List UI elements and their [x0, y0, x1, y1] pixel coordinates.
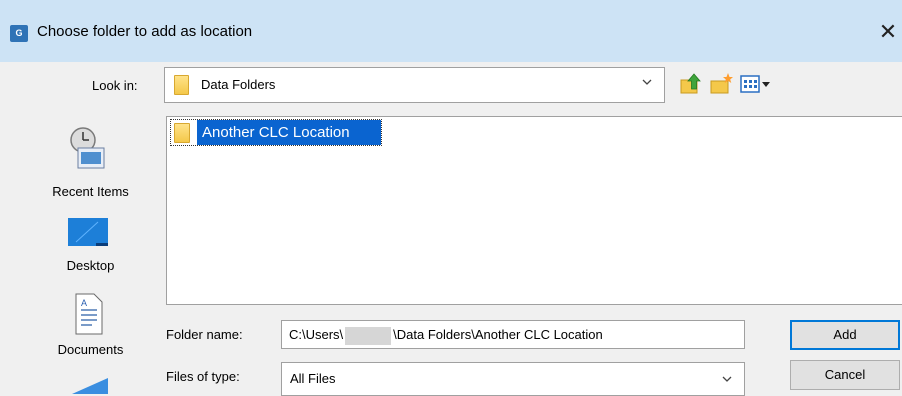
add-button[interactable]: Add	[790, 320, 900, 350]
app-icon: G	[10, 25, 28, 42]
file-list[interactable]: Another CLC Location	[166, 116, 902, 305]
up-one-level-icon[interactable]	[678, 71, 704, 97]
documents-icon: A	[75, 293, 103, 335]
cancel-button[interactable]: Cancel	[790, 360, 900, 390]
recent-items-icon	[70, 127, 105, 169]
chevron-down-icon	[722, 376, 732, 382]
redacted-username	[345, 326, 392, 345]
close-button[interactable]: ✕	[868, 16, 902, 48]
place-label: Documents	[57, 342, 124, 357]
view-menu-icon[interactable]	[739, 71, 779, 97]
folder-name-suffix: \Data Folders\Another CLC Location	[393, 327, 603, 342]
window-title: Choose folder to add as location	[37, 23, 253, 40]
places-bar: Recent Items Desktop A Documents	[28, 116, 153, 394]
folder-name-prefix: C:\Users\	[289, 327, 344, 342]
folder-name-label: Folder name:	[166, 327, 243, 342]
place-label: Desktop	[66, 258, 115, 273]
look-in-dropdown[interactable]: Data Folders	[164, 67, 665, 103]
look-in-value: Data Folders	[201, 77, 276, 92]
files-of-type-value: All Files	[290, 371, 336, 386]
folder-name-input[interactable]: C:\Users\ \Data Folders\Another CLC Locat…	[281, 320, 745, 349]
title-bar: G Choose folder to add as location ✕	[0, 0, 902, 62]
folder-icon	[174, 75, 189, 95]
files-of-type-label: Files of type:	[166, 369, 240, 384]
svg-text:A: A	[81, 298, 87, 308]
place-label: Recent Items	[52, 184, 129, 199]
desktop-icon	[68, 218, 108, 246]
chevron-down-icon	[642, 79, 652, 85]
create-new-folder-icon[interactable]	[708, 71, 734, 97]
computer-icon	[72, 378, 108, 394]
list-item-label: Another CLC Location	[197, 120, 381, 145]
folder-icon	[174, 123, 190, 143]
list-item[interactable]: Another CLC Location	[170, 119, 382, 146]
look-in-label: Look in:	[92, 78, 138, 93]
